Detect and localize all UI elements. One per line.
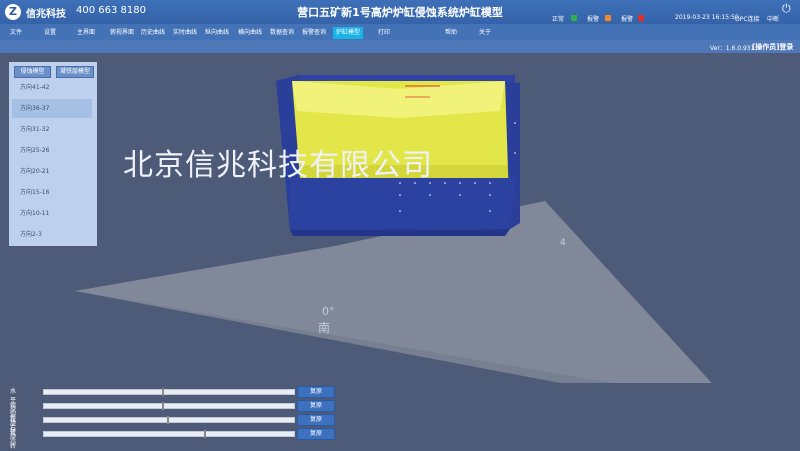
menu-file[interactable]: 文件 bbox=[10, 27, 22, 39]
floor-angle-label: 0° bbox=[322, 305, 335, 318]
horizontal-rotate-slider[interactable] bbox=[43, 388, 295, 396]
slider-thumb[interactable] bbox=[161, 388, 164, 396]
menu-alarm-query[interactable]: 报警查询 bbox=[302, 27, 326, 39]
erosion-model-button[interactable]: 侵蚀模型 bbox=[14, 66, 51, 78]
status-normal-indicator bbox=[571, 15, 577, 21]
menu-print[interactable]: 打印 bbox=[378, 27, 390, 39]
slider-thumb[interactable] bbox=[166, 416, 169, 424]
menu-main[interactable]: 主界面 bbox=[77, 27, 95, 39]
lateral-rotate-slider[interactable] bbox=[43, 416, 295, 424]
pitch-rotate-slider[interactable] bbox=[43, 402, 295, 410]
version-text: Ver：1.6.0.931 bbox=[710, 45, 755, 52]
menu-vertical-curve[interactable]: 纵向曲线 bbox=[205, 27, 229, 39]
status-normal-label: 正常 bbox=[552, 16, 565, 23]
title-bar: Z 信兆科技 400 663 8180 营口五矿新1号高炉炉缸侵蚀系统炉缸模型 … bbox=[0, 0, 800, 24]
hearth-base-edge bbox=[290, 229, 510, 236]
menu-history-curve[interactable]: 历史曲线 bbox=[141, 27, 165, 39]
menu-hearth-model[interactable]: 炉缸模型 bbox=[333, 27, 364, 39]
hearth-base bbox=[290, 178, 515, 230]
menu-realtime-curve[interactable]: 实时曲线 bbox=[173, 27, 197, 39]
direction-item[interactable]: 方向2-3 bbox=[12, 225, 92, 244]
direction-item[interactable]: 方向25-26 bbox=[12, 141, 92, 160]
menu-top-view[interactable]: 俯视界面 bbox=[110, 27, 134, 39]
direction-item[interactable]: 方向41-42 bbox=[12, 78, 92, 97]
info-bar bbox=[0, 40, 800, 53]
operator-login[interactable]: [操作员]登录 bbox=[752, 42, 793, 52]
menu-bar: 文件 设置 主界面 俯视界面 历史曲线 实时曲线 纵向曲线 横向曲线 数据查询 … bbox=[0, 24, 800, 40]
slider-thumb[interactable] bbox=[204, 430, 206, 438]
3d-scene[interactable]: 0° 南 4 bbox=[0, 53, 800, 383]
floor-direction-label: 南 bbox=[318, 320, 330, 335]
menu-horizontal-curve[interactable]: 横向曲线 bbox=[238, 27, 262, 39]
menu-help[interactable]: 帮助 bbox=[445, 27, 457, 39]
slider-thumb[interactable] bbox=[161, 402, 164, 410]
direction-item[interactable]: 方向31-32 bbox=[12, 120, 92, 139]
size-slider[interactable] bbox=[43, 430, 295, 438]
direction-item[interactable]: 方向20-21 bbox=[12, 162, 92, 181]
menu-data-query[interactable]: 数据查询 bbox=[270, 27, 294, 39]
floor-angle-right-label: 4 bbox=[560, 238, 566, 248]
reset-button[interactable]: 复原 bbox=[297, 400, 335, 412]
direction-item[interactable]: 方向15-16 bbox=[12, 183, 92, 202]
menu-settings[interactable]: 设置 bbox=[44, 27, 56, 39]
solidified-layer-button[interactable]: 凝铁层模型 bbox=[56, 66, 94, 78]
menu-about[interactable]: 关于 bbox=[479, 27, 491, 39]
reset-button[interactable]: 复原 bbox=[297, 428, 335, 440]
status-warning-indicator bbox=[605, 15, 611, 21]
power-icon[interactable]: ⏻ bbox=[782, 2, 791, 16]
status-alarm-indicator bbox=[638, 15, 644, 21]
run-status: 中断 bbox=[767, 16, 780, 23]
reset-button[interactable]: 复原 bbox=[297, 414, 335, 426]
slider-label: 大小 bbox=[10, 430, 17, 446]
status-warning-label: 报警 bbox=[587, 16, 600, 23]
status-datetime: 2019-03-23 16:15:50 bbox=[675, 14, 739, 21]
watermark-text: 北京信兆科技有限公司 bbox=[123, 148, 433, 183]
direction-panel: 侵蚀模型 凝铁层模型 方向41-42 方向36-37 方向31-32 方向25-… bbox=[9, 62, 97, 246]
status-alarm-label: 报警 bbox=[621, 16, 634, 23]
opc-status: OPC连接 bbox=[735, 16, 760, 23]
direction-item[interactable]: 方向36-37 bbox=[12, 99, 92, 118]
direction-item[interactable]: 方向10-11 bbox=[12, 204, 92, 223]
reset-button[interactable]: 复原 bbox=[297, 386, 335, 398]
